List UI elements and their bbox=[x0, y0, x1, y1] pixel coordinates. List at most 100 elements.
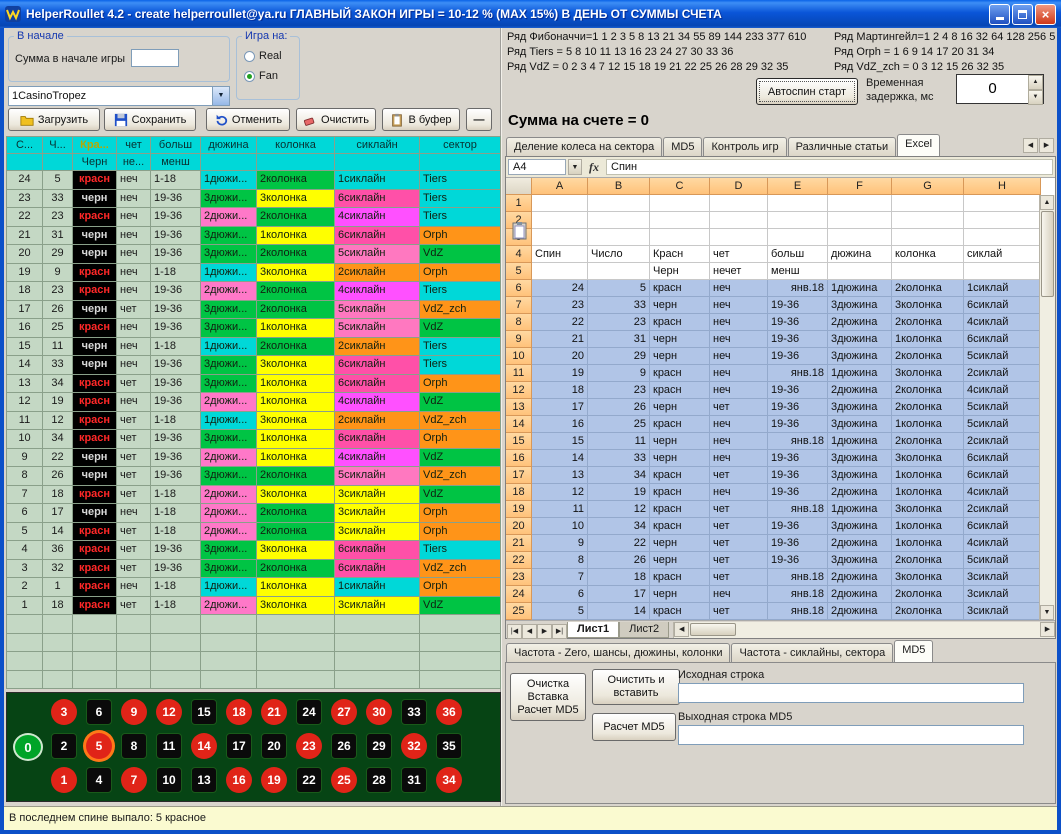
cell-G7[interactable]: 3колонка bbox=[892, 297, 964, 314]
md5-output-input[interactable] bbox=[678, 725, 1024, 745]
cell-B16[interactable]: 33 bbox=[588, 450, 650, 467]
roulette-number-21[interactable]: 21 bbox=[261, 699, 287, 725]
cell-H21[interactable]: 4сиклай bbox=[964, 535, 1041, 552]
vscroll-track[interactable] bbox=[1040, 298, 1055, 605]
cell-D16[interactable]: неч bbox=[710, 450, 768, 467]
cell-C25[interactable]: красн bbox=[650, 603, 710, 620]
roulette-number-1[interactable]: 1 bbox=[51, 767, 77, 793]
roulette-number-27[interactable]: 27 bbox=[331, 699, 357, 725]
cell-B1[interactable] bbox=[588, 195, 650, 212]
sheet-nav-1-icon[interactable]: |◀ bbox=[507, 624, 522, 639]
cell-H12[interactable]: 4сиклай bbox=[964, 382, 1041, 399]
row-header-7[interactable]: 7 bbox=[506, 297, 532, 314]
cell-E10[interactable]: 19-36 bbox=[768, 348, 828, 365]
spin-row[interactable]: 718краснчет1-182дюжи...3колонка3сиклайнV… bbox=[7, 486, 501, 505]
cell-D25[interactable]: чет bbox=[710, 603, 768, 620]
cell-F8[interactable]: 2дюжина bbox=[828, 314, 892, 331]
cell-A20[interactable]: 10 bbox=[532, 518, 588, 535]
cell-name-box[interactable]: A4 bbox=[508, 159, 566, 175]
row-header-1[interactable]: 1 bbox=[506, 195, 532, 212]
cell-B12[interactable]: 23 bbox=[588, 382, 650, 399]
cell-C2[interactable] bbox=[650, 212, 710, 229]
cell-H1[interactable] bbox=[964, 195, 1041, 212]
row-header-12[interactable]: 12 bbox=[506, 382, 532, 399]
cell-F7[interactable]: 3дюжина bbox=[828, 297, 892, 314]
cell-B22[interactable]: 26 bbox=[588, 552, 650, 569]
row-header-22[interactable]: 22 bbox=[506, 552, 532, 569]
cell-B18[interactable]: 19 bbox=[588, 484, 650, 501]
roulette-number-3[interactable]: 3 bbox=[51, 699, 77, 725]
minimize-button[interactable] bbox=[989, 4, 1010, 25]
cell-F24[interactable]: 2дюжина bbox=[828, 586, 892, 603]
roulette-number-20[interactable]: 20 bbox=[261, 733, 287, 759]
buffer-button[interactable]: В буфер bbox=[382, 108, 460, 131]
cell-D10[interactable]: неч bbox=[710, 348, 768, 365]
row-header-18[interactable]: 18 bbox=[506, 484, 532, 501]
cell-A25[interactable]: 5 bbox=[532, 603, 588, 620]
cell-C16[interactable]: черн bbox=[650, 450, 710, 467]
cell-H4[interactable]: сиклай bbox=[964, 246, 1041, 263]
clear-button[interactable]: Очистить bbox=[296, 108, 376, 131]
hscroll-left-icon[interactable]: ◀ bbox=[674, 622, 689, 637]
roulette-number-13[interactable]: 13 bbox=[191, 767, 217, 793]
cell-B20[interactable]: 34 bbox=[588, 518, 650, 535]
cell-A6[interactable]: 24 bbox=[532, 280, 588, 297]
cell-F11[interactable]: 1дюжина bbox=[828, 365, 892, 382]
spin-row[interactable]: 1433черннеч19-363дюжи...3колонка6сиклайн… bbox=[7, 356, 501, 375]
cell-A7[interactable]: 23 bbox=[532, 297, 588, 314]
cell-D6[interactable]: неч bbox=[710, 280, 768, 297]
excel-vscrollbar[interactable]: ▲ ▼ bbox=[1039, 195, 1055, 620]
roulette-number-28[interactable]: 28 bbox=[366, 767, 392, 793]
col-header-H[interactable]: H bbox=[964, 178, 1041, 195]
row-header-20[interactable]: 20 bbox=[506, 518, 532, 535]
cell-E16[interactable]: 19-36 bbox=[768, 450, 828, 467]
cell-C9[interactable]: черн bbox=[650, 331, 710, 348]
sheet-tab-2[interactable]: Лист2 bbox=[619, 622, 669, 638]
hscroll-thumb[interactable] bbox=[690, 623, 736, 636]
spin-row[interactable]: 1823красннеч19-362дюжи...2колонка4сиклай… bbox=[7, 282, 501, 301]
tab-scroll-left-icon[interactable]: ◀ bbox=[1023, 138, 1038, 153]
cell-H14[interactable]: 5сиклай bbox=[964, 416, 1041, 433]
cell-E20[interactable]: 19-36 bbox=[768, 518, 828, 535]
cell-B4[interactable]: Число bbox=[588, 246, 650, 263]
roulette-number-29[interactable]: 29 bbox=[366, 733, 392, 759]
cell-G18[interactable]: 1колонка bbox=[892, 484, 964, 501]
roulette-number-12[interactable]: 12 bbox=[156, 699, 182, 725]
cell-G12[interactable]: 2колонка bbox=[892, 382, 964, 399]
spin-row[interactable]: 2131черннеч19-363дюжи...1колонка6сиклайн… bbox=[7, 227, 501, 246]
spin-row[interactable]: 2333черннеч19-363дюжи...3колонка6сиклайн… bbox=[7, 190, 501, 209]
cell-B3[interactable] bbox=[588, 229, 650, 246]
roulette-number-19[interactable]: 19 bbox=[261, 767, 287, 793]
spin-row[interactable]: 1511черннеч1-181дюжи...2колонка2сиклайнT… bbox=[7, 338, 501, 357]
cell-F18[interactable]: 2дюжина bbox=[828, 484, 892, 501]
roulette-number-9[interactable]: 9 bbox=[121, 699, 147, 725]
cell-G3[interactable] bbox=[892, 229, 964, 246]
col-header-A[interactable]: A bbox=[532, 178, 588, 195]
roulette-number-22[interactable]: 22 bbox=[296, 767, 322, 793]
cell-H5[interactable] bbox=[964, 263, 1041, 280]
cell-F14[interactable]: 3дюжина bbox=[828, 416, 892, 433]
cell-H19[interactable]: 2сиклай bbox=[964, 501, 1041, 518]
cell-G25[interactable]: 2колонка bbox=[892, 603, 964, 620]
spin-row[interactable]: 2223красннеч19-362дюжи...2колонка4сиклай… bbox=[7, 208, 501, 227]
col-header-E[interactable]: E bbox=[768, 178, 828, 195]
cell-D17[interactable]: чет bbox=[710, 467, 768, 484]
cell-B15[interactable]: 11 bbox=[588, 433, 650, 450]
cell-F20[interactable]: 3дюжина bbox=[828, 518, 892, 535]
cell-A1[interactable] bbox=[532, 195, 588, 212]
roulette-zero[interactable]: 0 bbox=[13, 733, 43, 761]
md5-source-input[interactable] bbox=[678, 683, 1024, 703]
cell-G23[interactable]: 3колонка bbox=[892, 569, 964, 586]
cell-H22[interactable]: 5сиклай bbox=[964, 552, 1041, 569]
cell-G13[interactable]: 2колонка bbox=[892, 399, 964, 416]
spin-row[interactable]: 922чернчет19-362дюжи...1колонка4сиклайнV… bbox=[7, 449, 501, 468]
cell-B14[interactable]: 25 bbox=[588, 416, 650, 433]
vscroll-up-icon[interactable]: ▲ bbox=[1040, 195, 1054, 210]
cell-E14[interactable]: 19-36 bbox=[768, 416, 828, 433]
cell-F16[interactable]: 3дюжина bbox=[828, 450, 892, 467]
cell-D24[interactable]: неч bbox=[710, 586, 768, 603]
cell-D15[interactable]: неч bbox=[710, 433, 768, 450]
row-header-25[interactable]: 25 bbox=[506, 603, 532, 620]
cell-D18[interactable]: неч bbox=[710, 484, 768, 501]
cell-H10[interactable]: 5сиклай bbox=[964, 348, 1041, 365]
